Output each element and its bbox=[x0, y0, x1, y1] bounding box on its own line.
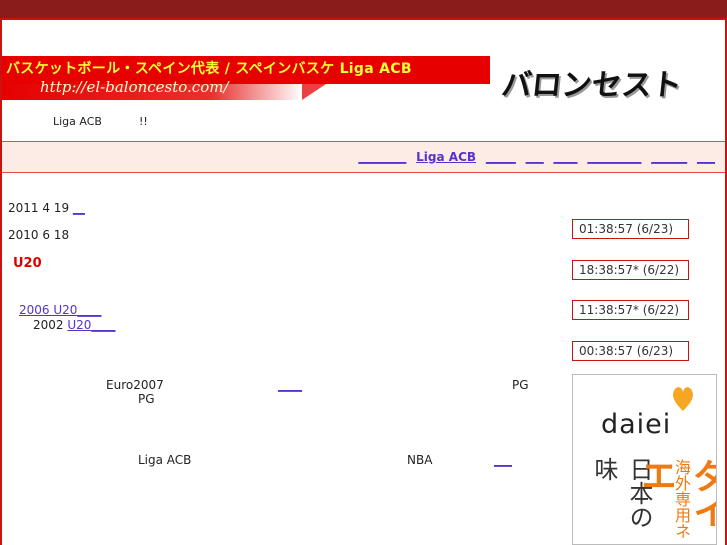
heart-icon bbox=[673, 387, 693, 411]
ad-vertical-side: 海外専用ネ bbox=[672, 459, 691, 539]
world-clock-2: 18:38:57* (6/22) bbox=[572, 260, 689, 280]
daiei-ad-banner[interactable]: daiei 日本の味 ダイエ 海外専用ネ bbox=[572, 374, 717, 545]
nav-link-8[interactable]: ___ bbox=[697, 150, 715, 164]
link-2002-u20[interactable]: U20____ bbox=[67, 318, 115, 332]
nav-link-7[interactable]: ______ bbox=[651, 150, 687, 164]
nav-link-3[interactable]: _____ bbox=[486, 150, 516, 164]
news-row-1: 2011 4 19 __ bbox=[8, 201, 85, 215]
ad-logo: daiei bbox=[601, 409, 672, 440]
site-banner[interactable]: バスケットボール・スペイン代表 / スペインバスケ Liga ACB http:… bbox=[2, 56, 725, 103]
news-date-2: 2010 6 18 bbox=[8, 228, 70, 242]
liga-acb-text: Liga ACB bbox=[138, 453, 192, 467]
news-row-2: 2010 6 18 bbox=[8, 228, 69, 242]
year-2002: 2002 bbox=[33, 318, 64, 332]
nav-link-5[interactable]: ____ bbox=[554, 150, 578, 164]
world-clock-1: 01:38:57 (6/23) bbox=[572, 219, 689, 239]
world-clock-4: 00:38:57 (6/23) bbox=[572, 341, 689, 361]
pg-text-2: PG bbox=[512, 378, 529, 392]
nav-link-4[interactable]: ___ bbox=[526, 150, 544, 164]
link-row-2002: 2002 U20____ bbox=[33, 318, 115, 332]
nav-link-6[interactable]: _________ bbox=[587, 150, 641, 164]
euro2007-text: Euro2007 bbox=[106, 378, 164, 392]
tagline-suffix: !! bbox=[138, 115, 148, 128]
news-link-1[interactable]: __ bbox=[73, 201, 85, 215]
nav-bar: ________ Liga ACB _____ ___ ____ _______… bbox=[2, 141, 725, 173]
nav-link-1[interactable]: ________ bbox=[358, 150, 406, 164]
link-row-2006: 2006 U20____ bbox=[19, 303, 101, 317]
pg-text-1: PG bbox=[138, 392, 155, 406]
site-logo[interactable]: バロンセスト bbox=[500, 60, 685, 104]
world-clock-3: 11:38:57* (6/22) bbox=[572, 300, 689, 320]
banner-url: http://el-baloncesto.com/ bbox=[40, 78, 229, 96]
nav-link-liga-acb[interactable]: Liga ACB bbox=[416, 150, 476, 164]
nba-link[interactable]: ___ bbox=[494, 453, 512, 467]
top-bar bbox=[0, 0, 727, 18]
link-2006-u20[interactable]: 2006 U20____ bbox=[19, 303, 101, 317]
nba-text: NBA bbox=[407, 453, 433, 467]
tagline-text: Liga ACB bbox=[53, 115, 102, 128]
nav-links: ________ Liga ACB _____ ___ ____ _______… bbox=[352, 150, 715, 164]
tagline: Liga ACB!! bbox=[53, 115, 148, 128]
euro-link[interactable]: ____ bbox=[278, 378, 302, 392]
banner-title: バスケットボール・スペイン代表 / スペインバスケ Liga ACB bbox=[6, 61, 412, 77]
section-heading-u20: U20 bbox=[13, 256, 42, 271]
news-date-1: 2011 4 19 bbox=[8, 201, 70, 215]
